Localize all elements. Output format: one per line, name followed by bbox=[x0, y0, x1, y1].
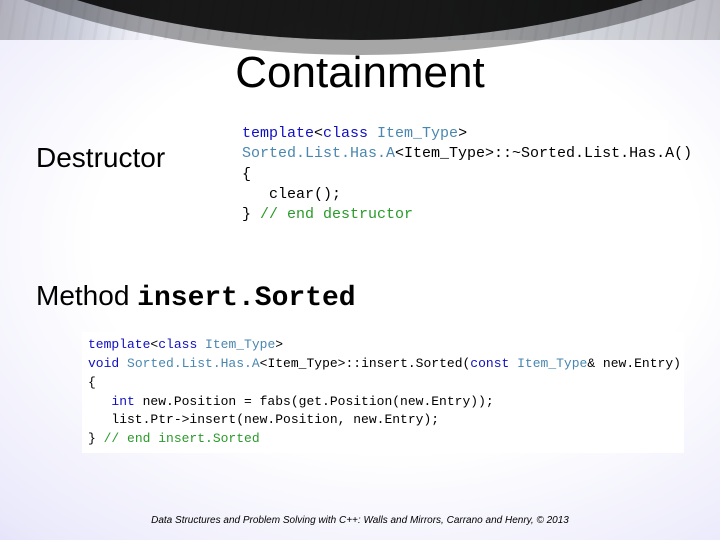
section-method-prefix: Method bbox=[36, 280, 137, 311]
section-method-name: insert.Sorted bbox=[137, 283, 355, 314]
code-token: { bbox=[88, 375, 96, 390]
code-token: Item_Type bbox=[197, 337, 275, 352]
code-token: <Item_Type>::insert.Sorted( bbox=[260, 356, 471, 371]
code-token: > bbox=[458, 125, 467, 142]
code-token: int bbox=[111, 394, 134, 409]
code-token: clear(); bbox=[242, 186, 341, 203]
code-token: Item_Type bbox=[509, 356, 587, 371]
code-token: const bbox=[470, 356, 509, 371]
code-token: list.Ptr->insert(new.Position, new.Entry… bbox=[88, 412, 439, 427]
code-token: // end destructor bbox=[260, 206, 413, 223]
code-token: template bbox=[242, 125, 314, 142]
code-token: void bbox=[88, 356, 119, 371]
code-token: > bbox=[275, 337, 283, 352]
code-token: { bbox=[242, 166, 251, 183]
code-token: Sorted.List.Has.A bbox=[119, 356, 259, 371]
code-token: class bbox=[158, 337, 197, 352]
code-token: // end insert.Sorted bbox=[104, 431, 260, 446]
code-token: <Item_Type>::~Sorted.List.Has.A() bbox=[395, 145, 692, 162]
section-destructor-label: Destructor bbox=[36, 142, 165, 174]
code-destructor: template<class Item_Type> Sorted.List.Ha… bbox=[236, 120, 668, 229]
section-method-label: Method insert.Sorted bbox=[36, 280, 356, 314]
code-insert-sorted: template<class Item_Type> void Sorted.Li… bbox=[82, 332, 684, 453]
code-token: < bbox=[314, 125, 323, 142]
code-token: & new.Entry) bbox=[587, 356, 681, 371]
slide-footer: Data Structures and Problem Solving with… bbox=[0, 515, 720, 526]
code-token: } bbox=[88, 431, 104, 446]
code-token: Item_Type bbox=[368, 125, 458, 142]
code-token: template bbox=[88, 337, 150, 352]
code-token: class bbox=[323, 125, 368, 142]
code-token bbox=[88, 394, 111, 409]
code-token: } bbox=[242, 206, 260, 223]
code-token: new.Position = fabs(get.Position(new.Ent… bbox=[135, 394, 494, 409]
slide-title: Containment bbox=[0, 48, 720, 98]
code-token: Sorted.List.Has.A bbox=[242, 145, 395, 162]
slide: Containment Destructor template<class It… bbox=[0, 0, 720, 540]
